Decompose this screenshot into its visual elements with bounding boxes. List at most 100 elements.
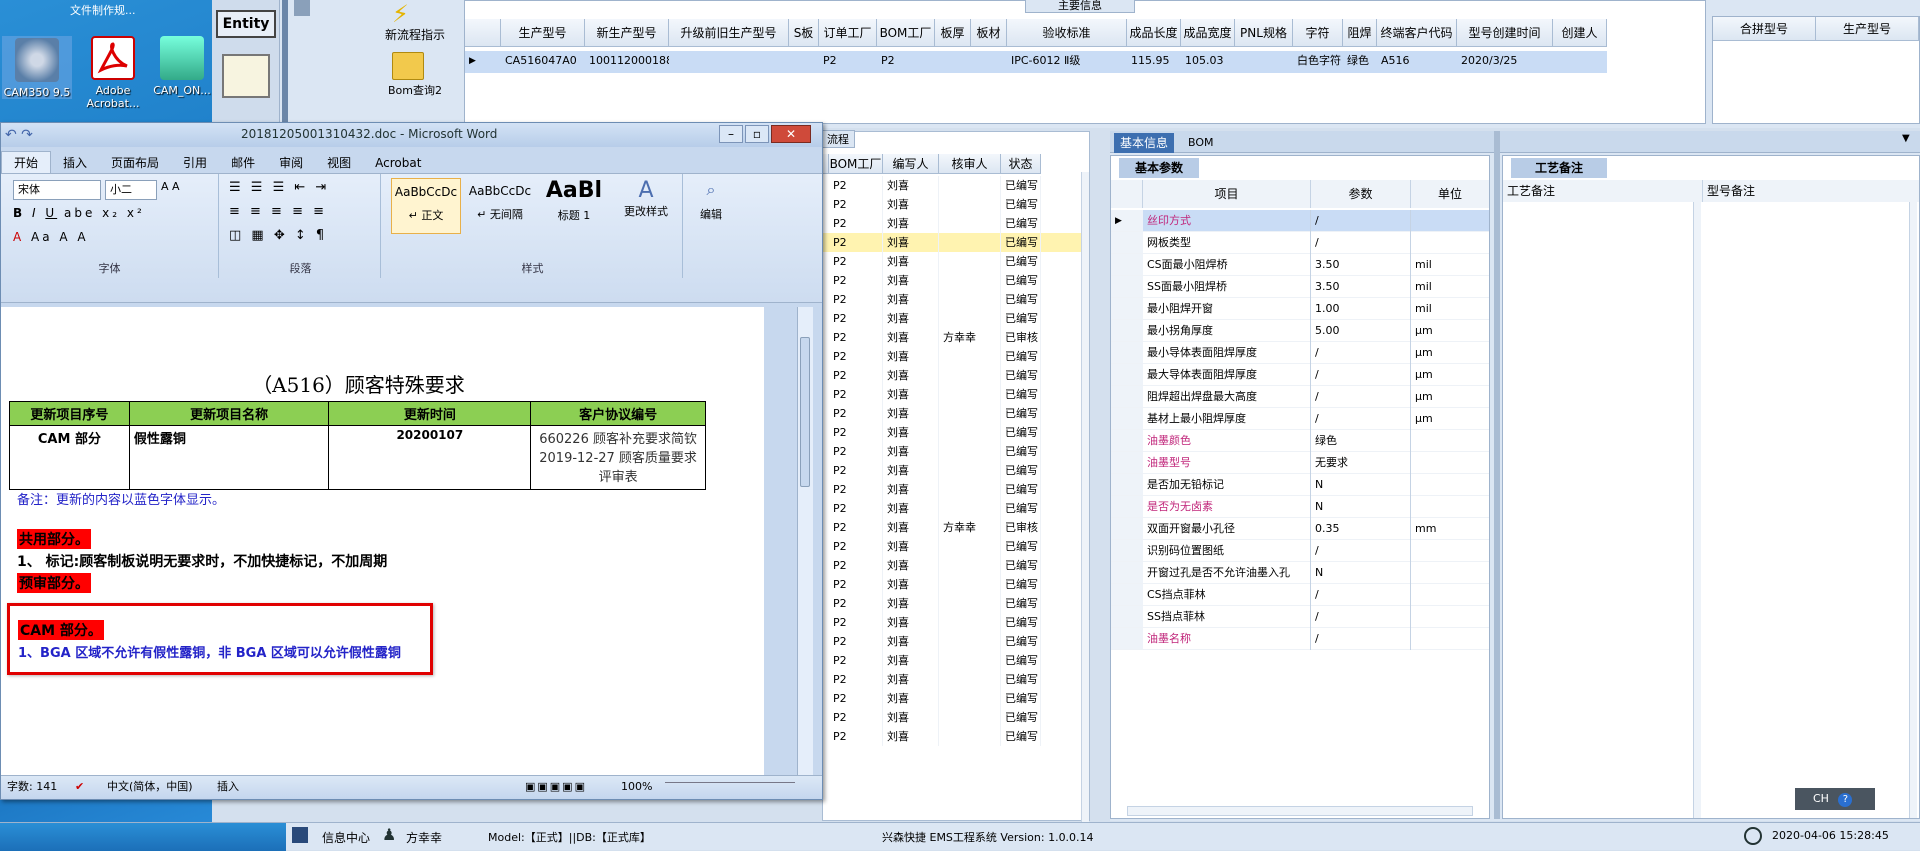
- param-row[interactable]: 最小阻焊开窗 1.00 mil: [1111, 298, 1489, 320]
- folder-tree-icon[interactable]: [222, 54, 270, 98]
- table-row[interactable]: P2 刘喜 已编写: [823, 632, 1089, 651]
- row-selector[interactable]: [1111, 540, 1143, 561]
- main-info-column-header[interactable]: 终端客户代码: [1377, 19, 1457, 47]
- process-list-column-header[interactable]: 状态: [1001, 154, 1041, 174]
- ribbon-tab[interactable]: 审阅: [267, 152, 315, 174]
- model-note-scrollbar[interactable]: [1909, 202, 1917, 818]
- param-value[interactable]: 1.00: [1311, 298, 1411, 320]
- param-value[interactable]: /: [1311, 364, 1411, 386]
- main-info-cell[interactable]: 白色字符: [1293, 51, 1343, 71]
- craft-note-scrollbar[interactable]: [1693, 202, 1701, 818]
- main-info-row[interactable]: ▶CA516047A010011200018818 P2P2 IPC-6012 Ⅱ级…: [465, 51, 1607, 73]
- param-value[interactable]: /: [1311, 628, 1411, 650]
- table-row[interactable]: P2 刘喜 已编写: [823, 727, 1089, 746]
- ime-indicator[interactable]: CH ?: [1795, 788, 1875, 810]
- ribbon-tab[interactable]: 邮件: [219, 152, 267, 174]
- row-selector[interactable]: [1111, 342, 1143, 363]
- param-value[interactable]: /: [1311, 606, 1411, 628]
- insert-mode[interactable]: 插入: [217, 776, 239, 798]
- row-selector[interactable]: [1111, 430, 1143, 451]
- row-selector[interactable]: [1111, 386, 1143, 407]
- list-buttons[interactable]: ☰ ☰ ☰ ⇤ ⇥: [229, 180, 329, 195]
- zoom-level[interactable]: 100%: [621, 776, 652, 798]
- main-info-column-header[interactable]: 验收标准: [1007, 19, 1127, 47]
- align-buttons[interactable]: ≡ ≡ ≡ ≡ ≡: [229, 204, 327, 219]
- minimize-button[interactable]: –: [719, 125, 743, 143]
- table-row[interactable]: P2 刘喜 已编写: [823, 290, 1089, 309]
- param-row[interactable]: 最小导体表面阻焊厚度 / μm: [1111, 342, 1489, 364]
- param-row[interactable]: SS挡点菲林 /: [1111, 606, 1489, 628]
- tab-bom[interactable]: BOM: [1188, 133, 1228, 153]
- table-row[interactable]: P2 刘喜 已编写: [823, 195, 1089, 214]
- table-row[interactable]: P2 刘喜 已编写: [823, 499, 1089, 518]
- param-row[interactable]: 最小拐角厚度 5.00 μm: [1111, 320, 1489, 342]
- main-info-cell[interactable]: IPC-6012 Ⅱ级: [1007, 51, 1127, 71]
- param-row[interactable]: ▶ 丝印方式 /: [1111, 210, 1489, 232]
- param-row[interactable]: CS面最小阻焊桥 3.50 mil: [1111, 254, 1489, 276]
- table-row[interactable]: P2 刘喜 方幸幸 已审核: [823, 518, 1089, 537]
- param-row[interactable]: 是否为无卤素 N: [1111, 496, 1489, 518]
- table-row[interactable]: P2 刘喜 方幸幸 已审核: [823, 328, 1089, 347]
- main-info-column-header[interactable]: 新生产型号: [585, 19, 669, 47]
- desktop-icon-cam350[interactable]: CAM350 9.5: [2, 36, 72, 99]
- param-row[interactable]: 阻焊超出焊盘最大高度 / μm: [1111, 386, 1489, 408]
- font-color-buttons[interactable]: A Aa A A: [13, 230, 89, 244]
- tab-basic-params[interactable]: 基本参数: [1119, 158, 1199, 178]
- main-info-column-header[interactable]: 字符: [1293, 19, 1343, 47]
- param-row[interactable]: 识别码位置图纸 /: [1111, 540, 1489, 562]
- table-row[interactable]: P2 刘喜 已编写: [823, 423, 1089, 442]
- table-row[interactable]: P2 刘喜 已编写: [823, 670, 1089, 689]
- param-row[interactable]: SS面最小阻焊桥 3.50 mil: [1111, 276, 1489, 298]
- style-heading1[interactable]: AaBl 标题 1: [539, 178, 609, 234]
- row-selector[interactable]: [1111, 606, 1143, 627]
- param-row[interactable]: 双面开窗最小孔径 0.35 mm: [1111, 518, 1489, 540]
- param-value[interactable]: /: [1311, 210, 1411, 232]
- table-row[interactable]: P2 刘喜 已编写: [823, 366, 1089, 385]
- table-row[interactable]: P2 刘喜 已编写: [823, 404, 1089, 423]
- process-list-scrollbar[interactable]: [1081, 172, 1089, 822]
- doc-scrollbar[interactable]: [797, 307, 813, 775]
- main-info-column-header[interactable]: 成品长度: [1127, 19, 1181, 47]
- table-row[interactable]: P2 刘喜 已编写: [823, 651, 1089, 670]
- ribbon-tab[interactable]: Acrobat: [363, 152, 433, 174]
- table-row[interactable]: P2 刘喜 已编写: [823, 575, 1089, 594]
- main-info-cell[interactable]: 10011200018818: [585, 51, 669, 71]
- main-info-column-header[interactable]: 升级前旧生产型号: [669, 19, 789, 47]
- ribbon-tab[interactable]: 视图: [315, 152, 363, 174]
- main-info-column-header[interactable]: 型号创建时间: [1457, 19, 1553, 47]
- row-selector[interactable]: [1111, 562, 1143, 583]
- ribbon-tab[interactable]: 开始: [1, 151, 52, 173]
- zoom-slider[interactable]: [665, 782, 795, 792]
- table-row[interactable]: P2 刘喜 已编写: [823, 233, 1089, 252]
- param-value[interactable]: /: [1311, 584, 1411, 606]
- main-info-cell[interactable]: 115.95: [1127, 51, 1181, 71]
- scroll-thumb[interactable]: [800, 337, 810, 487]
- main-info-column-header[interactable]: 订单工厂: [819, 19, 877, 47]
- param-row[interactable]: 开窗过孔是否不允许油墨入孔 N: [1111, 562, 1489, 584]
- process-list-column-header[interactable]: 核审人: [939, 154, 1001, 174]
- main-info-cell[interactable]: P2: [877, 51, 935, 71]
- main-info-column-header[interactable]: PNL规格: [1235, 19, 1293, 47]
- param-value[interactable]: /: [1311, 232, 1411, 254]
- table-row[interactable]: P2 刘喜 已编写: [823, 309, 1089, 328]
- main-info-cell[interactable]: 105.03: [1181, 51, 1235, 71]
- table-row[interactable]: P2 刘喜 已编写: [823, 708, 1089, 727]
- view-buttons[interactable]: ▣▣▣▣▣: [525, 776, 587, 798]
- main-info-column-header[interactable]: 成品宽度: [1181, 19, 1235, 47]
- table-row[interactable]: P2 刘喜 已编写: [823, 689, 1089, 708]
- entity-button[interactable]: Entity: [216, 10, 276, 38]
- table-row[interactable]: P2 刘喜 已编写: [823, 480, 1089, 499]
- main-info-column-header[interactable]: 板材: [971, 19, 1007, 47]
- param-row[interactable]: 油墨型号 无要求: [1111, 452, 1489, 474]
- table-row[interactable]: P2 刘喜 已编写: [823, 252, 1089, 271]
- param-value[interactable]: 3.50: [1311, 254, 1411, 276]
- row-selector[interactable]: [1111, 364, 1143, 385]
- row-selector[interactable]: [1111, 518, 1143, 539]
- row-selector[interactable]: [1111, 628, 1143, 649]
- tab-process[interactable]: 流程: [821, 130, 855, 148]
- row-selector[interactable]: [1111, 584, 1143, 605]
- param-value[interactable]: /: [1311, 408, 1411, 430]
- param-row[interactable]: 网板类型 /: [1111, 232, 1489, 254]
- change-styles-button[interactable]: A 更改样式: [615, 178, 677, 238]
- param-value[interactable]: N: [1311, 474, 1411, 496]
